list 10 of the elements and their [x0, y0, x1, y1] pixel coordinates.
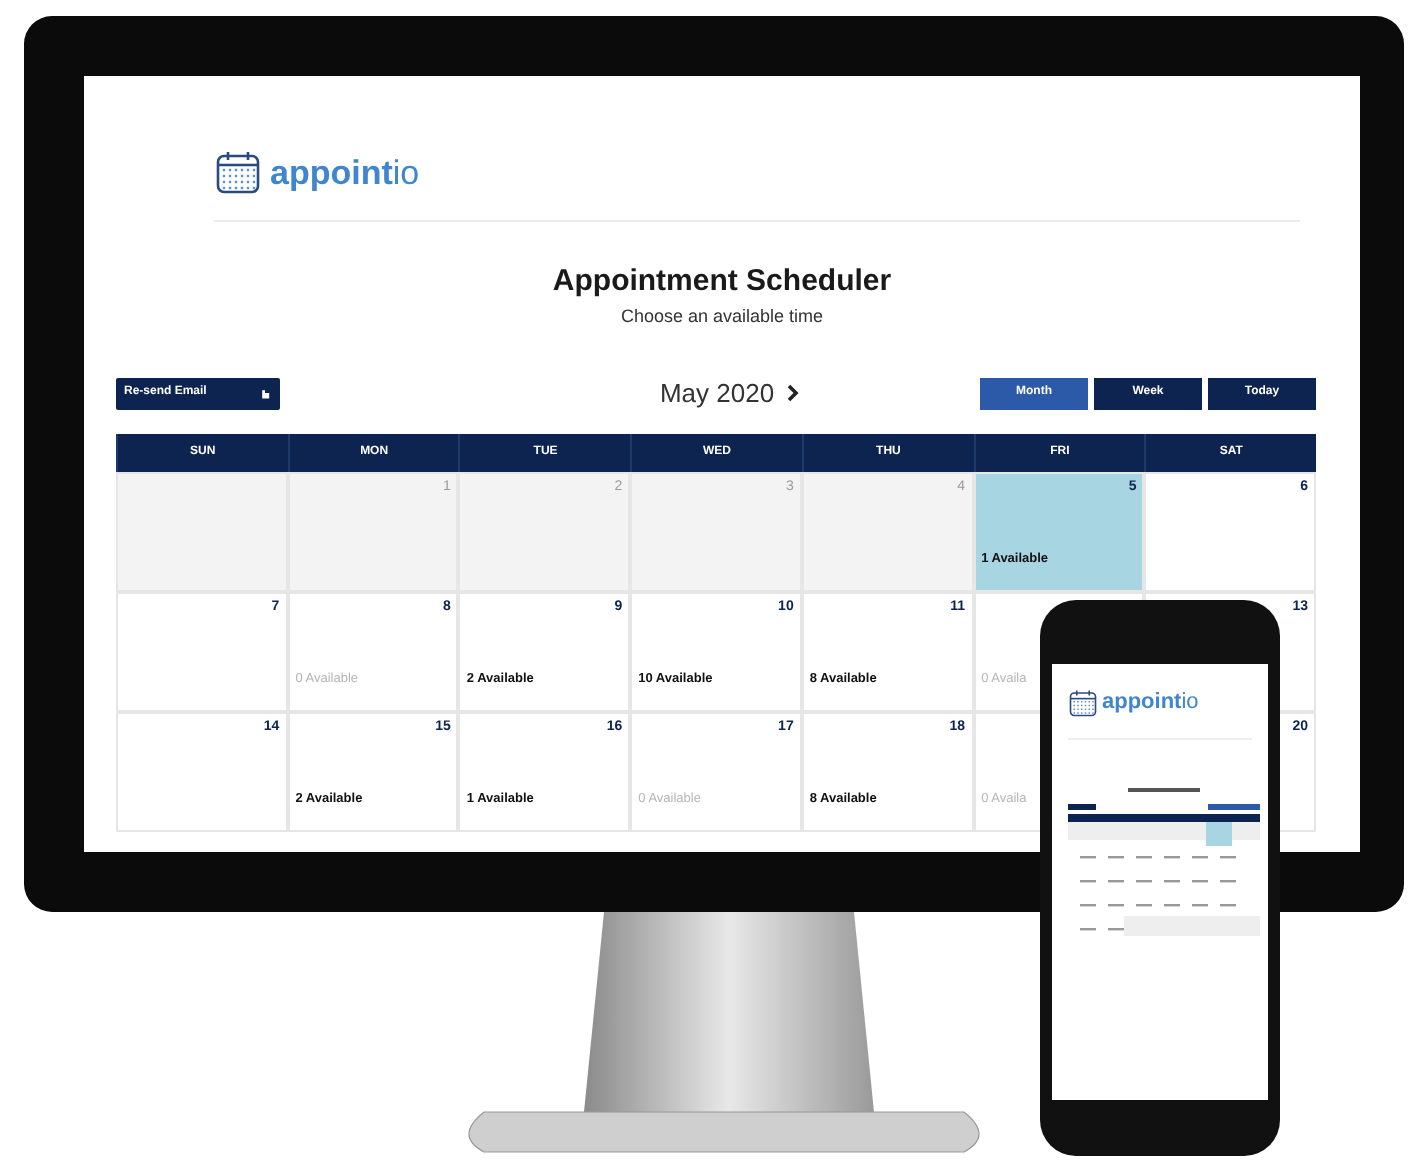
calendar-icon — [214, 148, 262, 196]
calendar-icon — [1068, 688, 1098, 718]
brand-logo: appointio — [1102, 692, 1199, 714]
pointer-icon — [258, 386, 272, 401]
page-subtitle: Choose an available time — [618, 308, 826, 326]
brand-logo: appointio — [270, 155, 420, 189]
chevron-right-icon[interactable] — [786, 384, 801, 403]
day-cell[interactable] — [116, 471, 288, 591]
page-title: Appointment Scheduler — [550, 266, 894, 296]
month-label: May 2020 — [659, 376, 775, 412]
